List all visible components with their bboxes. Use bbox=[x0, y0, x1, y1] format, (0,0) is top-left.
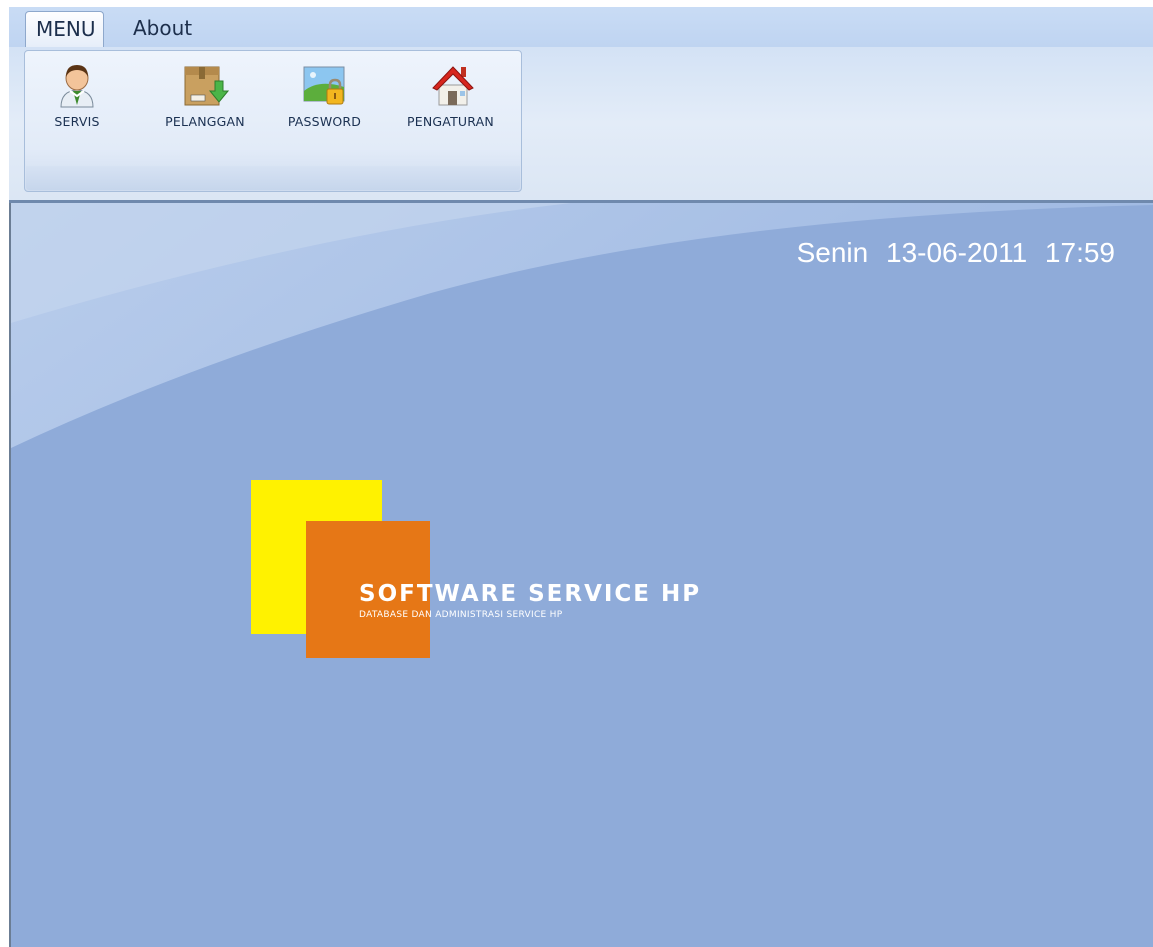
ribbon-group-footer bbox=[26, 166, 520, 190]
logo-title: SOFTWARE SERVICE HP bbox=[359, 581, 702, 607]
tab-about[interactable]: About bbox=[123, 11, 213, 47]
password-button[interactable]: PASSWORD bbox=[272, 61, 377, 129]
ribbon-tab-strip: MENU About bbox=[9, 7, 1153, 47]
user-icon bbox=[53, 61, 101, 109]
pengaturan-label: PENGATURAN bbox=[407, 114, 494, 129]
window-left-edge bbox=[0, 0, 9, 947]
datetime-display: Senin 13-06-2011 17:59 bbox=[796, 237, 1115, 268]
servis-button[interactable]: SERVIS bbox=[47, 61, 107, 129]
servis-label: SERVIS bbox=[54, 114, 100, 129]
pelanggan-label: PELANGGAN bbox=[165, 114, 245, 129]
ribbon-group-menu: SERVIS PELANGGAN PASSWORD PENGATURAN bbox=[24, 50, 522, 192]
tab-menu[interactable]: MENU bbox=[25, 11, 104, 47]
lock-picture-icon bbox=[301, 61, 349, 109]
logo-subtitle: DATABASE DAN ADMINISTRASI SERVICE HP bbox=[359, 610, 563, 620]
pelanggan-button[interactable]: PELANGGAN bbox=[145, 61, 265, 129]
pengaturan-button[interactable]: PENGATURAN bbox=[383, 61, 518, 129]
main-workspace: Senin 13-06-2011 17:59 SOFTWARE SERVICE … bbox=[9, 203, 1153, 947]
house-icon bbox=[427, 61, 475, 109]
box-download-icon bbox=[181, 61, 230, 109]
ribbon: MENU About SERVIS PELANGGAN PASSWORD PEN… bbox=[9, 7, 1153, 203]
password-label: PASSWORD bbox=[287, 114, 362, 129]
